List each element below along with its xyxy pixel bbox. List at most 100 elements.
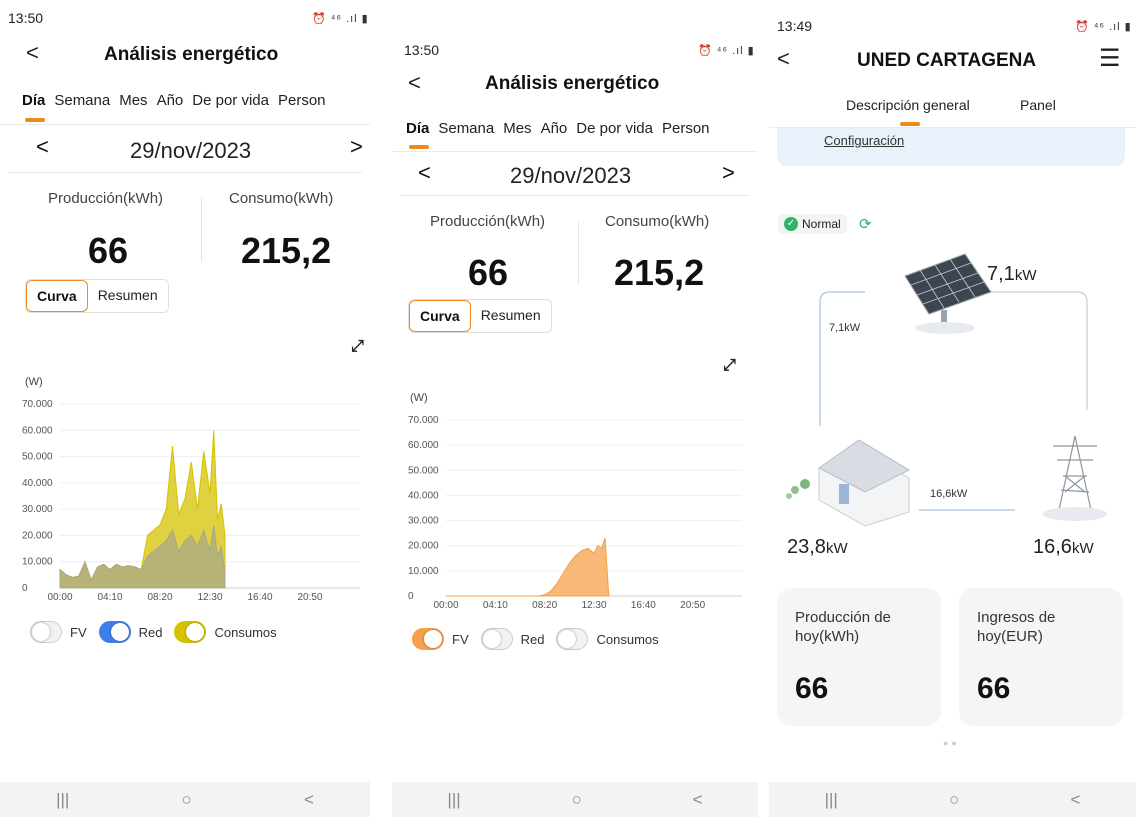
red-toggle[interactable] [98, 621, 131, 643]
pv-power-unit: kW [1014, 267, 1037, 284]
status-icons: ⏰ ⁴⁶ .ıl ▮ [1075, 21, 1132, 33]
recent-apps-icon[interactable]: ||| [825, 790, 838, 810]
flow-line-pv-grid [944, 291, 1088, 410]
tab-year[interactable]: Año [541, 120, 568, 137]
divider [578, 222, 579, 284]
tab-lifetime[interactable]: De por vida [576, 120, 653, 137]
recent-apps-icon[interactable]: ||| [56, 790, 69, 810]
system-navbar: ||| ○ < [769, 782, 1136, 817]
back-icon[interactable]: < [408, 70, 421, 96]
consumos-toggle[interactable] [556, 628, 589, 650]
tab-custom[interactable]: Person [278, 92, 326, 109]
tab-panel[interactable]: Panel [1020, 97, 1056, 113]
house-icon [786, 439, 911, 527]
y-tick-label: 20.000 [408, 541, 439, 552]
legend-red[interactable]: Red [98, 621, 162, 643]
tab-day[interactable]: Día [22, 92, 45, 109]
expand-icon[interactable]: ⤢ [723, 357, 736, 375]
tab-indicator [900, 122, 920, 126]
income-card[interactable]: Ingresos de hoy(EUR) 66 [959, 588, 1123, 726]
tab-lifetime[interactable]: De por vida [192, 92, 269, 109]
config-link[interactable]: Configuración [824, 133, 904, 148]
tab-month[interactable]: Mes [119, 92, 147, 109]
legend-fv[interactable]: FV [412, 628, 469, 650]
date-label[interactable]: 29/nov/2023 [510, 163, 631, 189]
nav-back-icon[interactable]: < [304, 790, 314, 810]
next-date-icon[interactable]: > [350, 134, 363, 160]
pv-power: 7,1kW [987, 263, 1036, 286]
segment-curve[interactable]: Curva [26, 280, 88, 312]
back-icon[interactable]: < [777, 46, 790, 72]
power-chart: 0 10.000 20.000 30.000 40.000 50.000 60.000 70.… [22, 399, 360, 603]
view-segment: Curva Resumen [408, 299, 552, 333]
view-segment: Curva Resumen [25, 279, 169, 313]
nav-back-icon[interactable]: < [1070, 790, 1080, 810]
y-tick-label: 30.000 [22, 504, 53, 515]
consumos-toggle[interactable] [174, 621, 207, 643]
production-label: Producción(kWh) [48, 190, 164, 207]
consumption-label: Consumo(kWh) [605, 213, 710, 230]
home-icon[interactable]: ○ [182, 790, 192, 810]
tab-week[interactable]: Semana [54, 92, 110, 109]
tab-year[interactable]: Año [157, 92, 184, 109]
prev-date-icon[interactable]: < [418, 160, 431, 186]
x-tick-label: 00:00 [433, 600, 458, 611]
next-date-icon[interactable]: > [722, 160, 735, 186]
consumption-label: Consumo(kWh) [229, 190, 334, 207]
fv-toggle[interactable] [30, 621, 62, 643]
prev-date-icon[interactable]: < [36, 134, 49, 160]
status-text: Normal [802, 217, 841, 231]
legend-fv-label: FV [70, 624, 87, 640]
recent-apps-icon[interactable]: ||| [447, 790, 460, 810]
production-card[interactable]: Producción de hoy(kWh) 66 [777, 588, 941, 726]
red-toggle[interactable] [480, 628, 513, 650]
tab-day[interactable]: Día [406, 120, 429, 137]
y-tick-label: 40.000 [408, 490, 439, 501]
refresh-icon[interactable]: ⟳ [859, 215, 872, 233]
unit-label: (W) [410, 392, 428, 404]
back-icon[interactable]: < [26, 40, 39, 66]
nav-back-icon[interactable]: < [693, 790, 703, 810]
screen-energy-analysis-consumption: 13:50 ⏰ ⁴⁶ .ıl ▮ < Análisis energético D… [0, 0, 370, 817]
home-icon[interactable]: ○ [572, 790, 582, 810]
segment-summary[interactable]: Resumen [88, 280, 168, 312]
grid-tower-icon [1043, 435, 1107, 521]
legend-fv-label: FV [452, 631, 469, 647]
segment-summary[interactable]: Resumen [471, 300, 551, 332]
tab-week[interactable]: Semana [438, 120, 494, 137]
x-tick-label: 04:10 [483, 600, 508, 611]
production-value: 66 [88, 230, 129, 271]
period-tabs: Día Semana Mes Año De por vida Person [406, 120, 719, 137]
y-tick-label: 50.000 [22, 452, 53, 463]
divider [400, 195, 750, 196]
y-tick-label: 60.000 [408, 440, 439, 451]
consumption-value: 215,2 [614, 252, 705, 293]
x-tick-label: 16:40 [247, 592, 272, 603]
x-tick-label: 08:20 [147, 592, 172, 603]
unit-label: (W) [25, 376, 43, 388]
pv-power-value: 7,1 [987, 263, 1015, 285]
tab-overview[interactable]: Descripción general [846, 97, 970, 113]
page-title: Análisis energético [104, 44, 279, 65]
tab-custom[interactable]: Person [662, 120, 710, 137]
income-card-value: 66 [977, 672, 1011, 705]
legend-red[interactable]: Red [480, 628, 544, 650]
expand-icon[interactable]: ⤢ [351, 338, 364, 356]
home-icon[interactable]: ○ [949, 790, 959, 810]
fv-toggle[interactable] [412, 628, 444, 650]
legend-consumos[interactable]: Consumos [556, 628, 659, 650]
series-legend: FV Red Consumos [412, 628, 671, 650]
legend-consumos[interactable]: Consumos [174, 621, 277, 643]
flow-line-pv-home [819, 291, 865, 426]
date-label[interactable]: 29/nov/2023 [130, 138, 251, 164]
divider [201, 198, 202, 262]
tab-month[interactable]: Mes [503, 120, 531, 137]
legend-fv[interactable]: FV [30, 621, 87, 643]
status-time: 13:50 [404, 42, 440, 58]
x-tick-label: 12:30 [197, 592, 222, 603]
menu-icon[interactable]: ☰ [1099, 44, 1121, 73]
solar-panel-icon [904, 253, 992, 334]
segment-curve[interactable]: Curva [409, 300, 471, 332]
production-card-value: 66 [795, 672, 829, 705]
x-tick-label: 12:30 [581, 600, 606, 611]
